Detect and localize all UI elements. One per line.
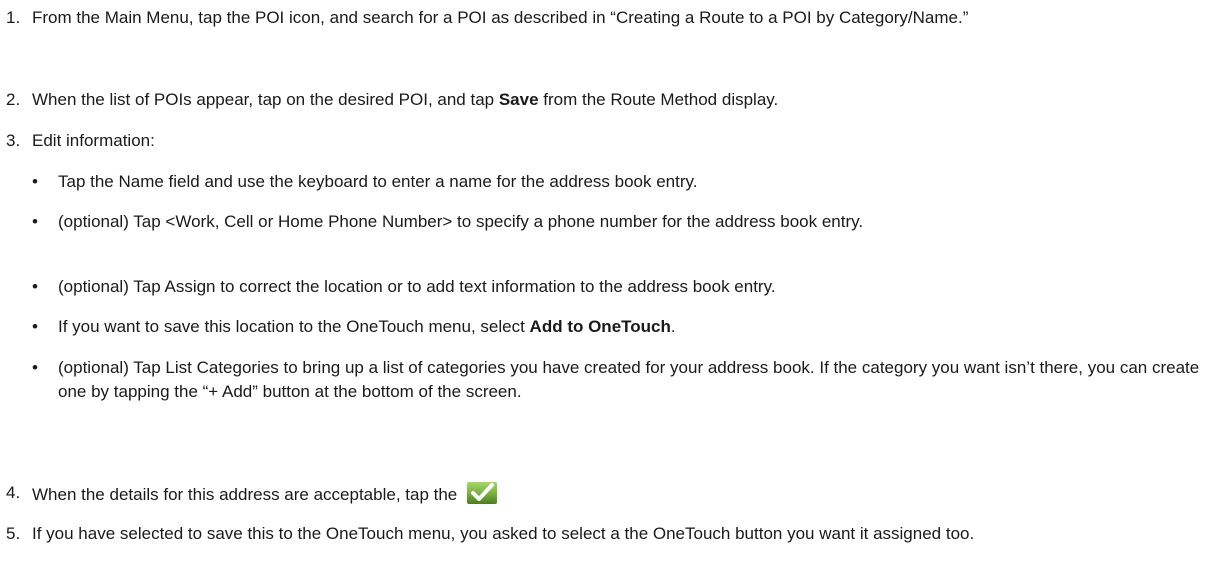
add-to-onetouch-label: Add to OneTouch bbox=[529, 317, 671, 336]
step-text: Edit information: bbox=[32, 131, 155, 150]
step-number: 1. bbox=[6, 8, 21, 27]
step-text: From the Main Menu, tap the POI icon, an… bbox=[32, 8, 969, 27]
step-number: 5. bbox=[6, 524, 21, 543]
bullet-text: (optional) Tap <Work, Cell or Home Phone… bbox=[58, 212, 864, 231]
bullet-item-2: • (optional) Tap <Work, Cell or Home Pho… bbox=[32, 210, 1212, 234]
bullet-symbol: • bbox=[32, 358, 38, 377]
step-text: When the list of POIs appear, tap on the… bbox=[32, 88, 1216, 112]
save-label: Save bbox=[498, 90, 539, 109]
step-5: 5. If you have selected to save this to … bbox=[6, 522, 1216, 546]
step-3: 3. Edit information: bbox=[6, 129, 1216, 153]
step-2: 2. When the list of POIs appear, tap on … bbox=[6, 88, 1216, 112]
step-number: 3. bbox=[6, 131, 21, 150]
step-4: 4. When the details for this address are… bbox=[6, 481, 1216, 507]
step-text-pre: When the list of POIs appear, tap on the… bbox=[32, 90, 499, 109]
bullet-item-3: • (optional) Tap Assign to correct the l… bbox=[32, 275, 1212, 299]
bullet-text: (optional) Tap Assign to correct the loc… bbox=[58, 277, 776, 296]
bullet-symbol: • bbox=[32, 212, 38, 231]
step-1: 1. From the Main Menu, tap the POI icon,… bbox=[6, 6, 1216, 30]
bullet-text-post: . bbox=[670, 317, 676, 336]
bullet-item-5: • (optional) Tap List Categories to brin… bbox=[32, 356, 1212, 404]
bullet-text: Tap the Name field and use the keyboard … bbox=[58, 172, 698, 191]
bullet-text: (optional) Tap List Categories to bring … bbox=[58, 358, 1200, 401]
bullet-item-1: • Tap the Name field and use the keyboar… bbox=[32, 170, 1212, 194]
step-text: If you have selected to save this to the… bbox=[32, 524, 975, 543]
step-text-main: When the details for this address are ac… bbox=[32, 485, 462, 504]
bullet-text-pre: If you want to save this location to the… bbox=[58, 317, 530, 336]
step-text: When the details for this address are ac… bbox=[32, 481, 1216, 507]
step-number: 2. bbox=[6, 90, 21, 109]
step-number: 4. bbox=[6, 483, 21, 502]
bullet-symbol: • bbox=[32, 317, 38, 336]
bullet-symbol: • bbox=[32, 277, 38, 296]
checkmark-button-icon bbox=[466, 481, 498, 505]
bullet-symbol: • bbox=[32, 172, 38, 191]
step-text-post: from the Route Method display. bbox=[538, 90, 779, 109]
bullet-item-4: • If you want to save this location to t… bbox=[32, 315, 1212, 339]
bullet-text: If you want to save this location to the… bbox=[58, 315, 1212, 339]
